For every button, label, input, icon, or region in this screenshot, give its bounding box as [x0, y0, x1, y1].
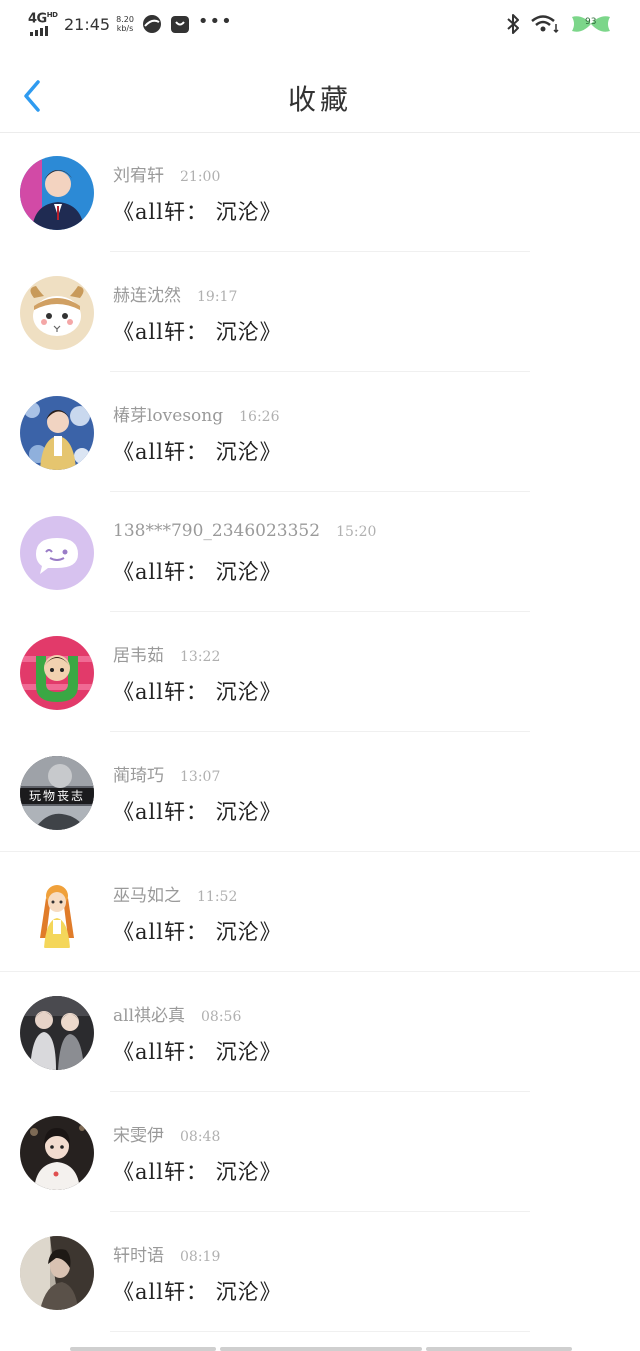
list-item[interactable]: 玩物丧志 蔺琦巧 13:07 《all轩： 沉沦》 — [0, 732, 640, 852]
list-item[interactable]: 刘宥轩 21:00 《all轩： 沉沦》 — [0, 132, 640, 252]
author-name: 刘宥轩 — [113, 166, 164, 186]
more-notifications-icon: ••• — [197, 10, 233, 32]
status-bar: 4GHD 21:45 8.20 kb/s ••• 93 — [0, 0, 640, 48]
author-name: all祺必真 — [113, 1006, 186, 1026]
timestamp: 21:00 — [180, 169, 221, 185]
list-item[interactable]: 轩时语 08:19 《all轩： 沉沦》 — [0, 1212, 640, 1332]
list-item[interactable]: 居韦茹 13:22 《all轩： 沉沦》 — [0, 612, 640, 732]
avatar[interactable]: 玩物丧志 — [20, 756, 94, 830]
item-title: 《all轩： 沉沦》 — [113, 200, 282, 224]
avatar[interactable] — [20, 996, 94, 1070]
timestamp: 08:48 — [180, 1129, 221, 1145]
timestamp: 11:52 — [197, 889, 238, 905]
list-item[interactable]: 138***790_2346023352 15:20 《all轩： 沉沦》 — [0, 492, 640, 612]
network-speed: 8.20 kb/s — [116, 15, 134, 33]
bottom-indicator — [70, 1347, 572, 1351]
avatar[interactable] — [20, 876, 94, 950]
list-item[interactable]: 椿芽lovesong 16:26 《all轩： 沉沦》 — [0, 372, 640, 492]
author-name: 赫连沈然 — [113, 286, 181, 306]
timestamp: 13:22 — [180, 649, 221, 665]
avatar[interactable] — [20, 1116, 94, 1190]
item-title: 《all轩： 沉沦》 — [113, 560, 282, 584]
timestamp: 15:20 — [336, 524, 377, 540]
page-title: 收藏 — [287, 83, 352, 116]
divider — [110, 1331, 530, 1332]
author-name: 蔺琦巧 — [113, 766, 164, 786]
item-title: 《all轩： 沉沦》 — [113, 1040, 282, 1064]
author-name: 138***790_2346023352 — [113, 521, 321, 541]
wifi-icon — [531, 15, 559, 34]
avatar[interactable] — [20, 636, 94, 710]
list-item[interactable]: 赫连沈然 19:17 《all轩： 沉沦》 — [0, 252, 640, 372]
timestamp: 08:19 — [180, 1249, 221, 1265]
author-name: 巫马如之 — [113, 886, 181, 906]
browser-icon — [142, 15, 161, 33]
item-title: 《all轩： 沉沦》 — [113, 680, 282, 704]
nav-bar: 收藏 — [0, 48, 640, 133]
bag-icon — [170, 16, 189, 33]
list-item[interactable]: all祺必真 08:56 《all轩： 沉沦》 — [0, 972, 640, 1092]
battery-icon: 93 — [570, 14, 612, 34]
avatar-caption: 玩物丧志 — [28, 789, 85, 803]
timestamp: 08:56 — [201, 1009, 242, 1025]
item-title: 《all轩： 沉沦》 — [113, 440, 282, 464]
timestamp: 16:26 — [239, 409, 280, 425]
list-item[interactable]: 巫马如之 11:52 《all轩： 沉沦》 — [0, 852, 640, 972]
avatar[interactable] — [20, 516, 94, 590]
signal-icon — [30, 26, 48, 36]
favorites-list: 刘宥轩 21:00 《all轩： 沉沦》 赫连沈然 19:17 《all轩： 沉沦》 — [0, 132, 640, 1332]
network-indicator: 4GHD — [28, 11, 60, 36]
bluetooth-icon — [507, 14, 519, 34]
author-name: 宋雯伊 — [113, 1126, 164, 1146]
avatar[interactable] — [20, 396, 94, 470]
item-title: 《all轩： 沉沦》 — [113, 800, 282, 824]
item-title: 《all轩： 沉沦》 — [113, 1280, 282, 1304]
avatar[interactable] — [20, 276, 94, 350]
avatar[interactable] — [20, 1236, 94, 1310]
author-name: 轩时语 — [113, 1246, 164, 1266]
author-name: 居韦茹 — [113, 646, 164, 666]
timestamp: 13:07 — [180, 769, 221, 785]
item-title: 《all轩： 沉沦》 — [113, 920, 282, 944]
item-title: 《all轩： 沉沦》 — [113, 1160, 282, 1184]
author-name: 椿芽lovesong — [113, 406, 224, 426]
item-title: 《all轩： 沉沦》 — [113, 320, 282, 344]
clock: 21:45 — [64, 14, 111, 34]
avatar[interactable] — [20, 156, 94, 230]
list-item[interactable]: 宋雯伊 08:48 《all轩： 沉沦》 — [0, 1092, 640, 1212]
timestamp: 19:17 — [197, 289, 238, 305]
